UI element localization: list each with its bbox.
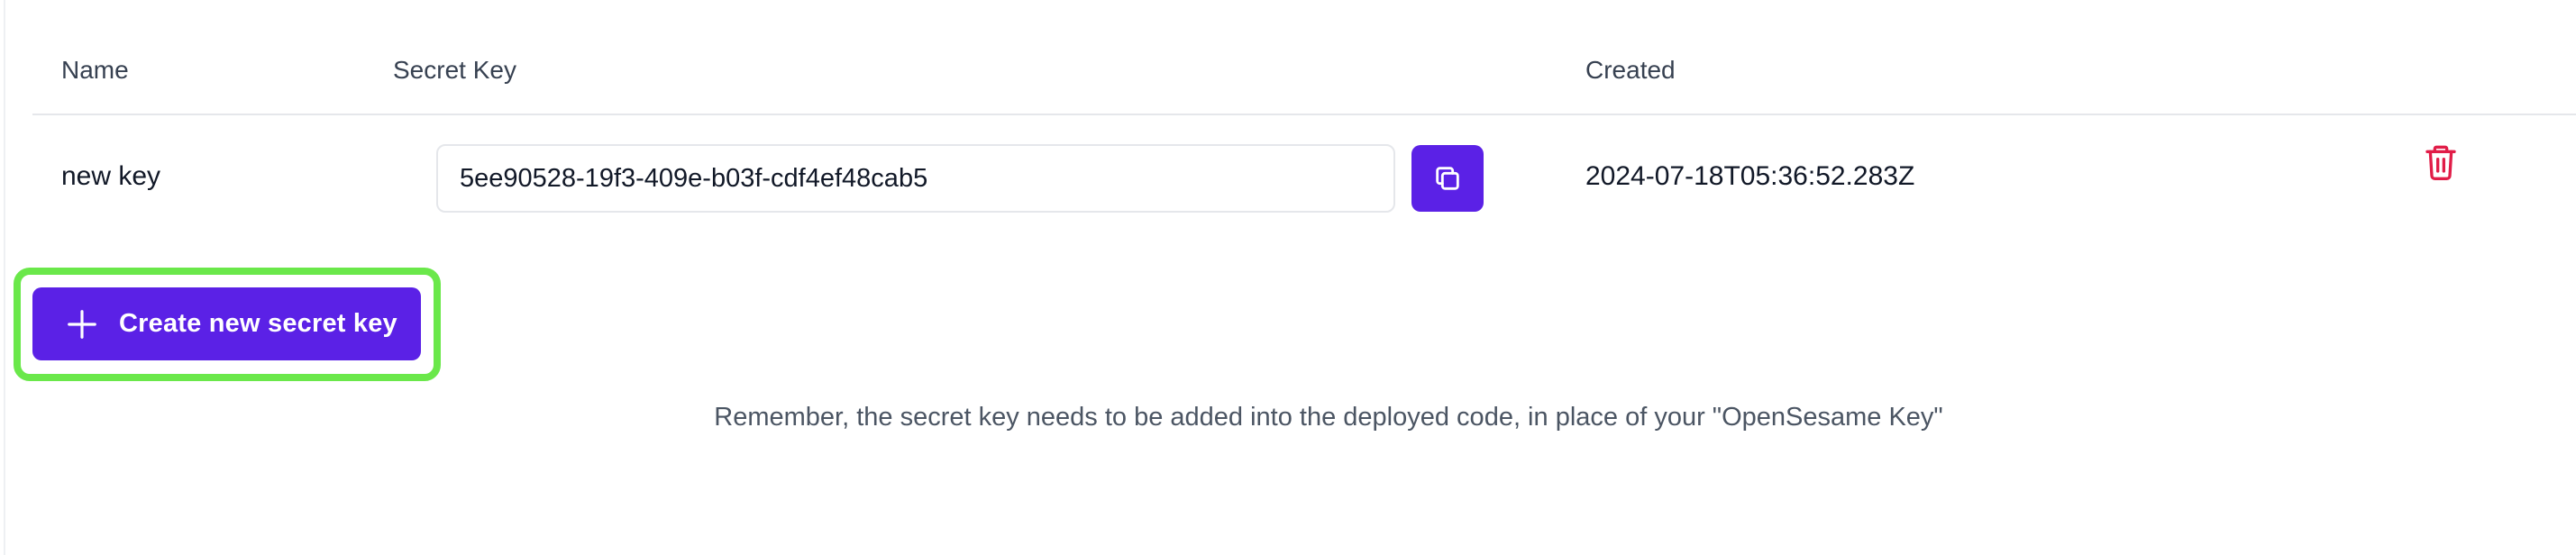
created-timestamp: 2024-07-18T05:36:52.283Z (1585, 161, 1915, 191)
column-header-secret-key: Secret Key (393, 56, 516, 84)
trash-icon[interactable] (2423, 142, 2459, 182)
table-header: Name Secret Key Created (32, 36, 2576, 115)
table-row: new key 2024-07-18T05:36:52.283Z (32, 115, 2576, 241)
column-header-name: Name (61, 56, 129, 84)
column-header-created: Created (1585, 56, 1676, 84)
api-keys-panel: Name Secret Key Created new key 2024-07-… (0, 0, 2576, 555)
create-secret-key-label: Create new secret key (119, 309, 397, 338)
copy-icon (1436, 167, 1459, 190)
deploy-reminder: Remember, the secret key needs to be add… (714, 403, 1943, 432)
create-secret-key-button[interactable]: Create new secret key (32, 287, 421, 360)
plus-icon (65, 307, 99, 341)
secret-key-field[interactable] (436, 144, 1395, 213)
copy-key-button[interactable] (1411, 145, 1484, 212)
key-name: new key (61, 161, 161, 191)
panel-left-border (4, 0, 5, 555)
